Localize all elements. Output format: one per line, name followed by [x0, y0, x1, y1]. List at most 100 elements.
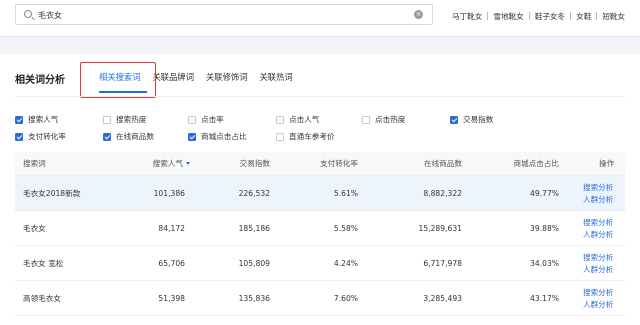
cell-search-popularity: 101,386 [153, 189, 185, 198]
cell-pay-conversion: 4.24% [333, 259, 358, 268]
metric-checkbox[interactable]: 点击率 [188, 114, 224, 125]
column-header-label: 搜索人气 [152, 159, 183, 168]
metric-label: 支付转化率 [28, 132, 66, 141]
metric-label: 商城点击占比 [201, 132, 247, 141]
separator [596, 12, 598, 20]
metric-checkbox[interactable]: 搜索人气 [15, 114, 58, 125]
section-title: 相关词分析 [15, 75, 65, 86]
column-header-search-popularity[interactable]: 搜索人气 [140, 152, 190, 176]
hot-word[interactable]: 鞋子女冬 [535, 11, 565, 22]
table-body: 毛衣女2018新款 101,386 226,532 5.61% 8,882,322 49.… [15, 176, 625, 316]
cell-trade-index: 185,186 [238, 224, 270, 233]
cell-trade-index: 135,836 [238, 294, 270, 303]
separator [570, 12, 572, 20]
table-header: 搜索词 搜索人气 交易指数 支付转化率 在线商品数 商城点击占比 操作 [15, 152, 625, 176]
metric-label: 点击人气 [289, 115, 320, 124]
cell-search-word: 高领毛衣女 [23, 294, 61, 303]
cell-pay-conversion: 5.61% [333, 189, 358, 198]
hot-word[interactable]: 女鞋 [576, 11, 591, 22]
section-divider [15, 96, 625, 97]
header-divider [0, 36, 640, 54]
tab-related-hot-words[interactable]: 关联热词 [260, 64, 293, 94]
cell-online-items: 8,882,322 [423, 189, 462, 198]
metric-checkbox[interactable]: 支付转化率 [15, 131, 66, 142]
table-row[interactable]: 高领毛衣女 51,398 135,836 7.60% 3,285,493 43.17% 搜索… [15, 281, 625, 316]
cell-search-word: 毛衣女 [23, 224, 46, 233]
hot-word[interactable]: 雪地靴女 [493, 11, 523, 22]
table-row[interactable]: 毛衣女2018新款 101,386 226,532 5.61% 8,882,322 49.… [15, 176, 625, 211]
checkbox[interactable] [103, 115, 111, 124]
search-input[interactable] [38, 8, 418, 22]
search-box: × [15, 4, 433, 25]
checkbox[interactable] [450, 115, 458, 124]
metric-label: 搜索热度 [116, 115, 147, 124]
checkbox[interactable] [188, 115, 196, 124]
search-analysis-link[interactable]: 搜索分析 [583, 182, 613, 194]
cell-online-items: 6,717,978 [423, 259, 462, 268]
table-row[interactable]: 毛衣女 宽松 65,706 105,809 4.24% 6,717,978 34.03% 搜… [15, 246, 625, 281]
cell-trade-index: 105,809 [238, 259, 270, 268]
column-header-actions: 操作 [599, 159, 615, 168]
metric-checkbox[interactable]: 在线商品数 [103, 131, 154, 142]
related-words-tabs: 相关搜索词 关联品牌词 关联修饰词 关联热词 [95, 64, 305, 94]
column-header-pay-conversion[interactable]: 支付转化率 [300, 152, 358, 176]
checkbox[interactable] [15, 132, 23, 141]
crowd-analysis-link[interactable]: 人群分析 [583, 299, 613, 311]
search-analysis-link[interactable]: 搜索分析 [583, 252, 613, 264]
tab-related-brand-words[interactable]: 关联品牌词 [153, 64, 195, 94]
column-header-mall-click-ratio[interactable]: 商城点击占比 [500, 152, 559, 176]
row-actions: 搜索分析 人群分析 [583, 182, 613, 205]
clear-icon[interactable]: × [414, 10, 423, 19]
metric-label: 在线商品数 [116, 132, 154, 141]
tab-related-modifier-words[interactable]: 关联修饰词 [206, 64, 248, 94]
search-analysis-link[interactable]: 搜索分析 [583, 217, 613, 229]
column-header-search-word: 搜索词 [23, 159, 46, 168]
table-row[interactable]: 毛衣女 84,172 185,186 5.58% 15,289,631 39.88% 搜索分… [15, 211, 625, 246]
checkbox[interactable] [103, 132, 111, 141]
checkbox[interactable] [362, 115, 370, 124]
cell-mall-click-ratio: 49.77% [530, 189, 559, 198]
hot-word[interactable]: 马丁靴女 [452, 11, 482, 22]
row-actions: 搜索分析 人群分析 [583, 217, 613, 240]
cell-search-word: 毛衣女 宽松 [23, 259, 64, 268]
related-words-table: 搜索词 搜索人气 交易指数 支付转化率 在线商品数 商城点击占比 操作 毛衣女2… [15, 152, 625, 316]
checkbox[interactable] [188, 132, 196, 141]
hot-words-list: 马丁靴女 雪地靴女 鞋子女冬 女鞋 短靴女 [452, 10, 625, 22]
checkbox[interactable] [276, 115, 284, 124]
cell-search-popularity: 51,398 [158, 294, 185, 303]
metric-label: 搜索人气 [28, 115, 59, 124]
cell-pay-conversion: 5.58% [333, 224, 358, 233]
separator [487, 12, 489, 20]
column-header-online-items[interactable]: 在线商品数 [407, 152, 462, 176]
cell-trade-index: 226,532 [238, 189, 270, 198]
checkbox[interactable] [15, 115, 23, 124]
metric-checkbox[interactable]: 交易指数 [450, 114, 493, 125]
crowd-analysis-link[interactable]: 人群分析 [583, 194, 613, 206]
search-analysis-link[interactable]: 搜索分析 [583, 287, 613, 299]
cell-online-items: 15,289,631 [418, 224, 462, 233]
row-actions: 搜索分析 人群分析 [583, 252, 613, 275]
cell-search-popularity: 65,706 [158, 259, 185, 268]
metric-label: 直通车参考价 [289, 132, 335, 141]
checkbox[interactable] [276, 132, 284, 141]
metric-label: 交易指数 [463, 115, 494, 124]
tab-related-search-words[interactable]: 相关搜索词 [99, 64, 141, 94]
column-header-trade-index[interactable]: 交易指数 [215, 152, 270, 176]
active-tab-indicator [99, 91, 147, 93]
metric-checkbox[interactable]: 直通车参考价 [276, 131, 335, 142]
metric-checkbox[interactable]: 搜索热度 [103, 114, 146, 125]
cell-search-popularity: 84,172 [158, 224, 185, 233]
sort-desc-icon[interactable] [186, 162, 190, 165]
metric-checkbox[interactable]: 点击人气 [276, 114, 319, 125]
crowd-analysis-link[interactable]: 人群分析 [583, 229, 613, 241]
cell-mall-click-ratio: 39.88% [530, 224, 559, 233]
metric-label: 点击热度 [375, 115, 406, 124]
metric-checkbox[interactable]: 点击热度 [362, 114, 405, 125]
cell-search-word: 毛衣女2018新款 [23, 189, 81, 198]
hot-word[interactable]: 短靴女 [602, 11, 625, 22]
cell-online-items: 3,285,493 [423, 294, 462, 303]
row-actions: 搜索分析 人群分析 [583, 287, 613, 310]
search-icon[interactable] [24, 10, 32, 18]
metric-checkbox[interactable]: 商城点击占比 [188, 131, 247, 142]
crowd-analysis-link[interactable]: 人群分析 [583, 264, 613, 276]
